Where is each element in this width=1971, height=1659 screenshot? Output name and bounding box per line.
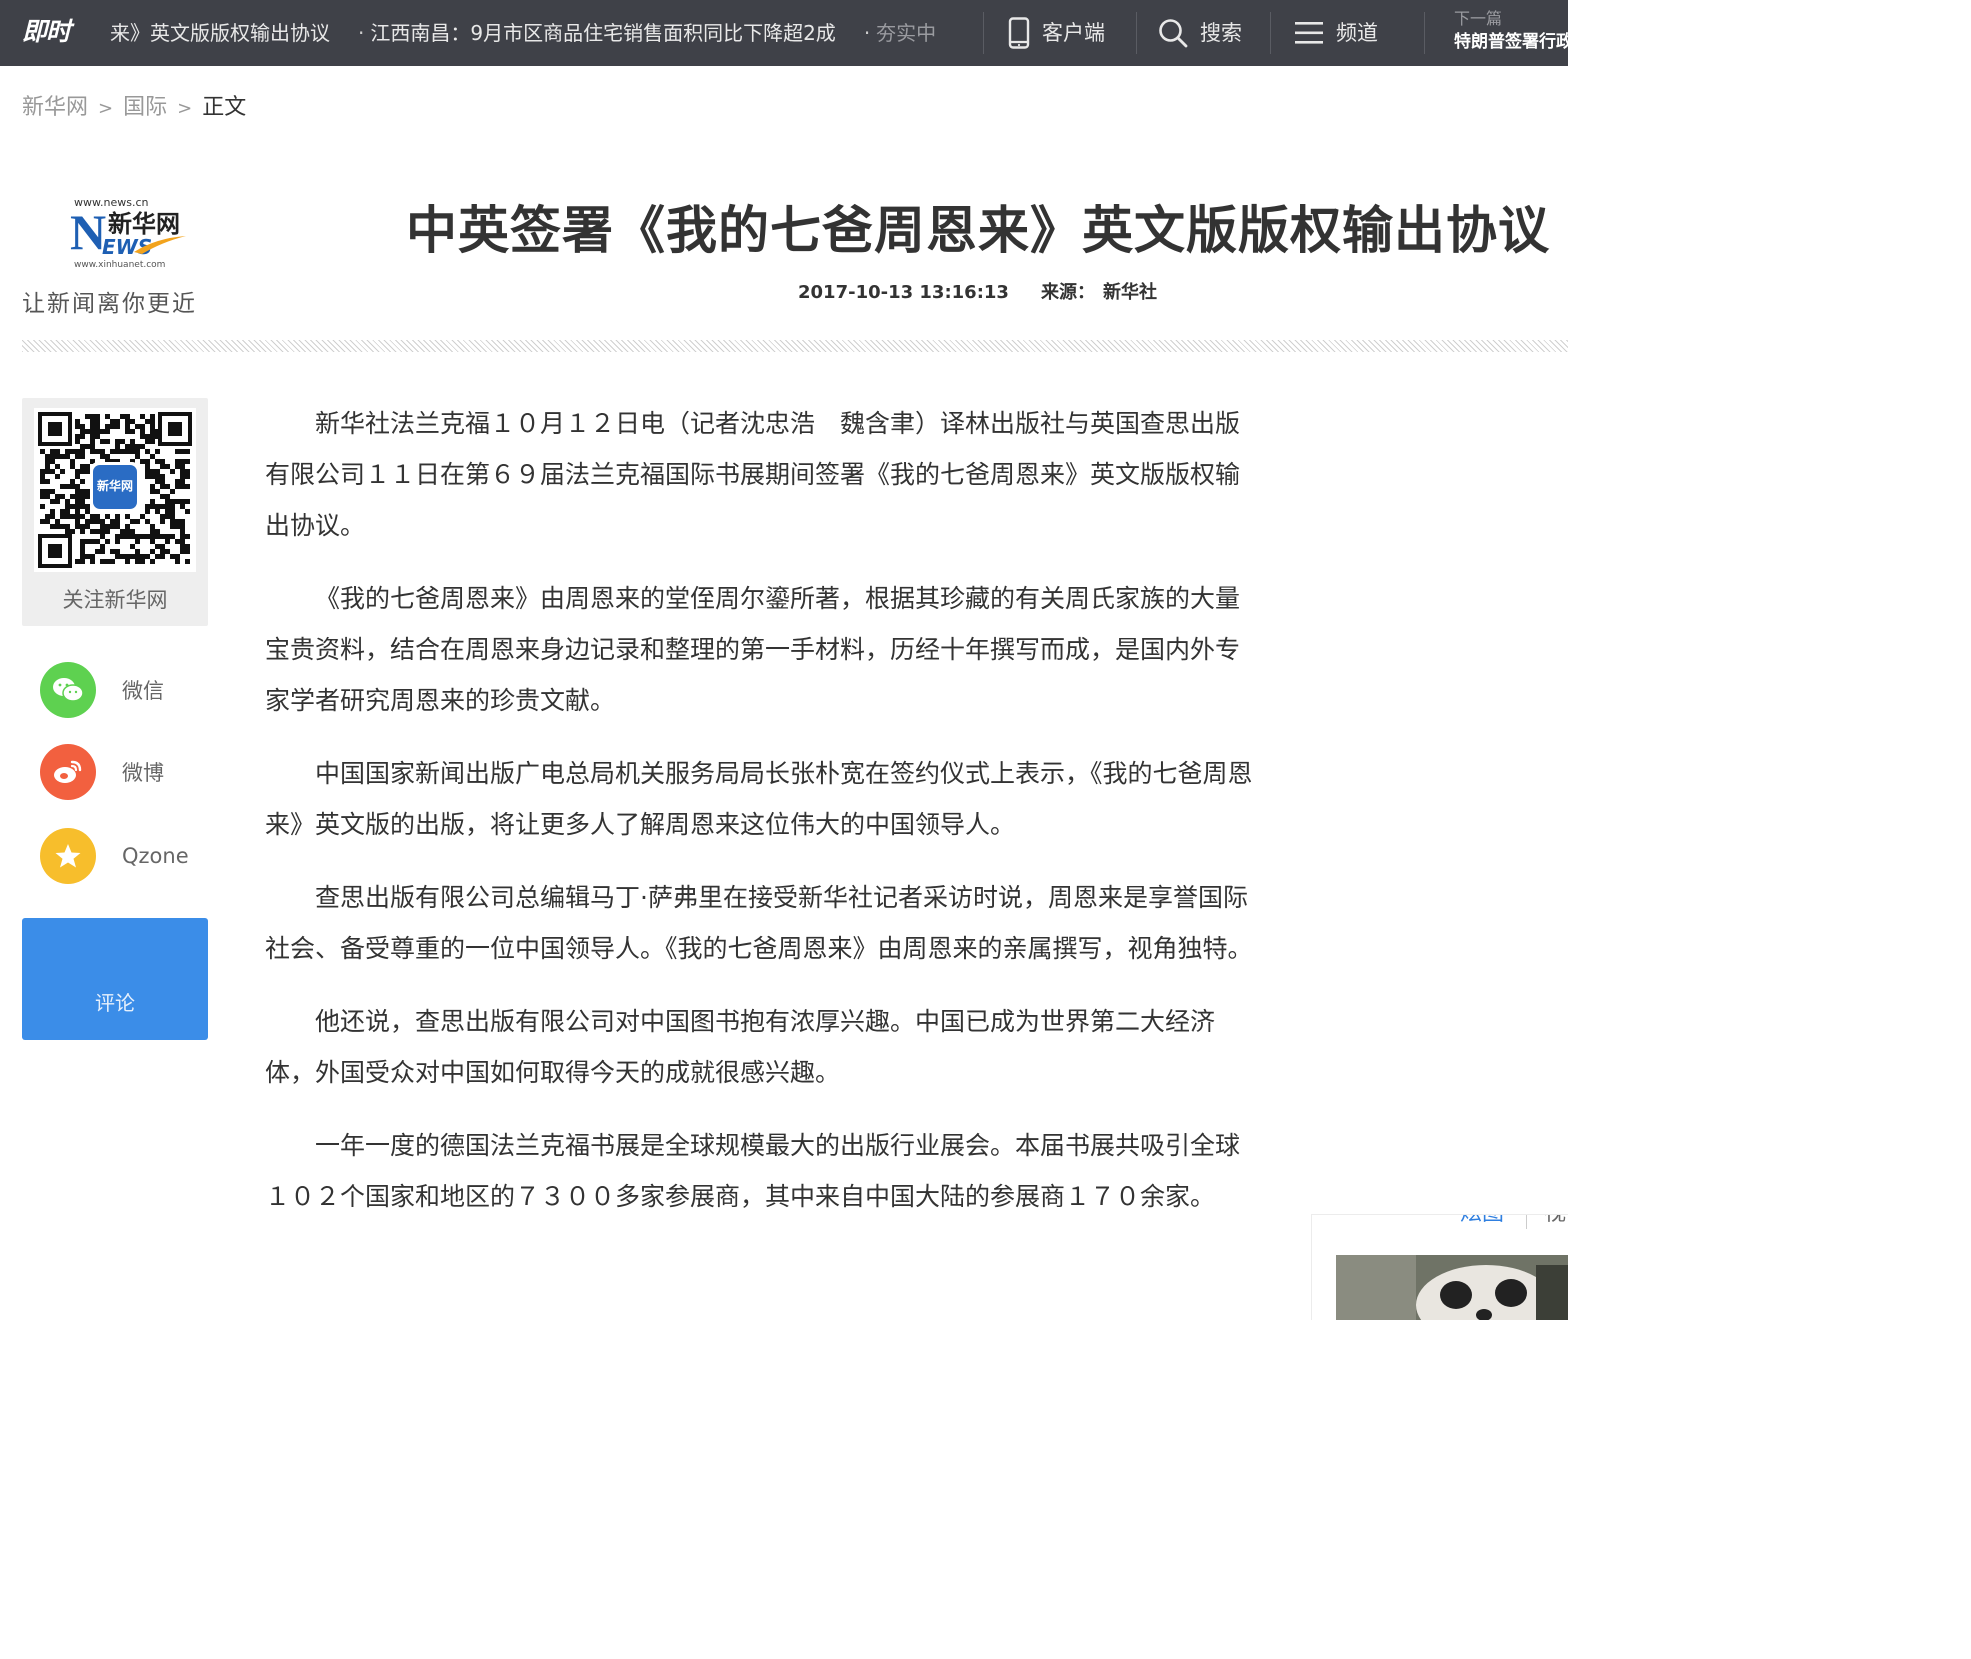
mobile-phone-icon (1008, 17, 1030, 49)
breadcrumb: 新华网 > 国际 > 正文 (22, 92, 246, 125)
headline-ticker: 来》英文版版权输出协议 · 江西南昌：9月市区商品住宅销售面积同比下降超2成 · 夯实中 (110, 0, 940, 66)
article-source: 新华社 (1102, 282, 1157, 303)
article-paragraph: 查思出版有限公司总编辑马丁·萨弗里在接受新华社记者采访时说，周恩来是享誉国际社会… (265, 883, 1253, 963)
divider (1424, 12, 1425, 54)
search-icon (1159, 19, 1188, 48)
ticker-item[interactable]: 江西南昌：9月市区商品住宅销售面积同比下降超2成 (370, 0, 835, 66)
comment-label: 评论 (95, 991, 135, 1015)
share-wechat-button[interactable]: 微信 (40, 662, 210, 718)
ticker-dot-icon: · (863, 21, 871, 45)
logo-slogan: 让新闻离你更近 (22, 291, 197, 317)
xinhuanet-logo[interactable]: www.news.cn N 新华网 EWS www.xinhuanet.com … (22, 192, 212, 322)
article-paragraph: 新华社法兰克福１０月１２日电（记者沈忠浩 魏含聿）译林出版社与英国查思出版有限公… (265, 409, 1241, 540)
tab-video[interactable]: 视 (1544, 1215, 1566, 1229)
follow-label: 关注新华网 (62, 588, 168, 612)
article-title: 中英签署《我的七爸周恩来》英文版版权输出协议 (406, 202, 1551, 261)
article-paragraph: 一年一度的德国法兰克福书展是全球规模最大的出版行业展会。本届书展共吸引全球１０２… (265, 1131, 1241, 1211)
ticker-item[interactable]: 夯实中 (876, 0, 936, 66)
qzone-icon (40, 828, 96, 884)
media-widget: 炫图 视 (1311, 1214, 1568, 1320)
divider (1136, 12, 1137, 54)
article-paragraph: 他还说，查思出版有限公司对中国图书抱有浓厚兴趣。中国已成为世界第二大经济体，外国… (265, 1007, 1216, 1087)
article-datetime: 2017-10-13 13:16:13 (798, 282, 1009, 303)
share-weibo-button[interactable]: 微博 (40, 744, 210, 800)
share-weibo-label: 微博 (122, 761, 164, 785)
tab-pictures[interactable]: 炫图 (1460, 1215, 1504, 1229)
wechat-icon (40, 662, 96, 718)
search-label: 搜索 (1200, 21, 1242, 45)
channel-menu-button[interactable]: 频道 (1294, 0, 1378, 66)
client-app-button[interactable]: 客户端 (1008, 0, 1105, 66)
logo-swoosh-icon (134, 236, 186, 254)
qr-code-image: 新华网 (34, 408, 196, 572)
channel-label: 频道 (1336, 21, 1378, 45)
ticker-item[interactable]: 来》英文版版权输出协议 (110, 0, 330, 66)
breadcrumb-section-link[interactable]: 国际 (123, 95, 167, 120)
next-article-link[interactable]: 下一篇 特朗普签署行政 (1454, 8, 1568, 54)
follow-qr-card: 新华网 关注新华网 (22, 398, 208, 626)
share-qzone-button[interactable]: Qzone (40, 828, 210, 884)
hamburger-menu-icon (1295, 22, 1323, 44)
share-qzone-label: Qzone (122, 844, 189, 868)
breadcrumb-separator: > (177, 98, 193, 119)
comment-button[interactable]: 评论 (22, 918, 208, 1040)
article-source-label: 来源： (1040, 282, 1095, 303)
article-meta: 2017-10-13 13:16:13 来源： 新华社 (798, 280, 1157, 306)
client-app-label: 客户端 (1042, 21, 1105, 45)
ticker-dot-icon: · (358, 21, 365, 45)
logo-mark-n: N (70, 204, 107, 260)
divider (1270, 12, 1271, 54)
share-wechat-label: 微信 (122, 679, 164, 703)
qr-badge-text: 新华网 (97, 478, 133, 493)
panda-photo-thumbnail[interactable] (1336, 1255, 1568, 1320)
hatched-divider (22, 340, 1568, 352)
logo-url-bottom: www.xinhuanet.com (74, 260, 166, 270)
next-article-title: 特朗普签署行政 (1454, 32, 1568, 52)
search-button[interactable]: 搜索 (1158, 0, 1242, 66)
next-article-label: 下一篇 (1454, 9, 1503, 28)
jishi-logo[interactable]: 即时 (22, 14, 78, 50)
article-paragraph: 《我的七爸周恩来》由周恩来的堂侄周尔鎏所著，根据其珍藏的有关周氏家族的大量宝贵资… (265, 584, 1241, 715)
breadcrumb-current: 正文 (202, 95, 247, 120)
divider (983, 12, 984, 54)
article-body: 新华社法兰克福１０月１２日电（记者沈忠浩 魏含聿）译林出版社与英国查思出版有限公… (265, 398, 1255, 1244)
article-paragraph: 中国国家新闻出版广电总局机关服务局局长张朴宽在签约仪式上表示，《我的七爸周恩来》… (265, 759, 1253, 839)
weibo-icon (40, 744, 96, 800)
breadcrumb-separator: > (98, 98, 114, 119)
tab-divider (1526, 1215, 1527, 1229)
top-navigation-bar: 即时 来》英文版版权输出协议 · 江西南昌：9月市区商品住宅销售面积同比下降超2成 ·… (0, 0, 1568, 66)
breadcrumb-home-link[interactable]: 新华网 (22, 95, 88, 120)
